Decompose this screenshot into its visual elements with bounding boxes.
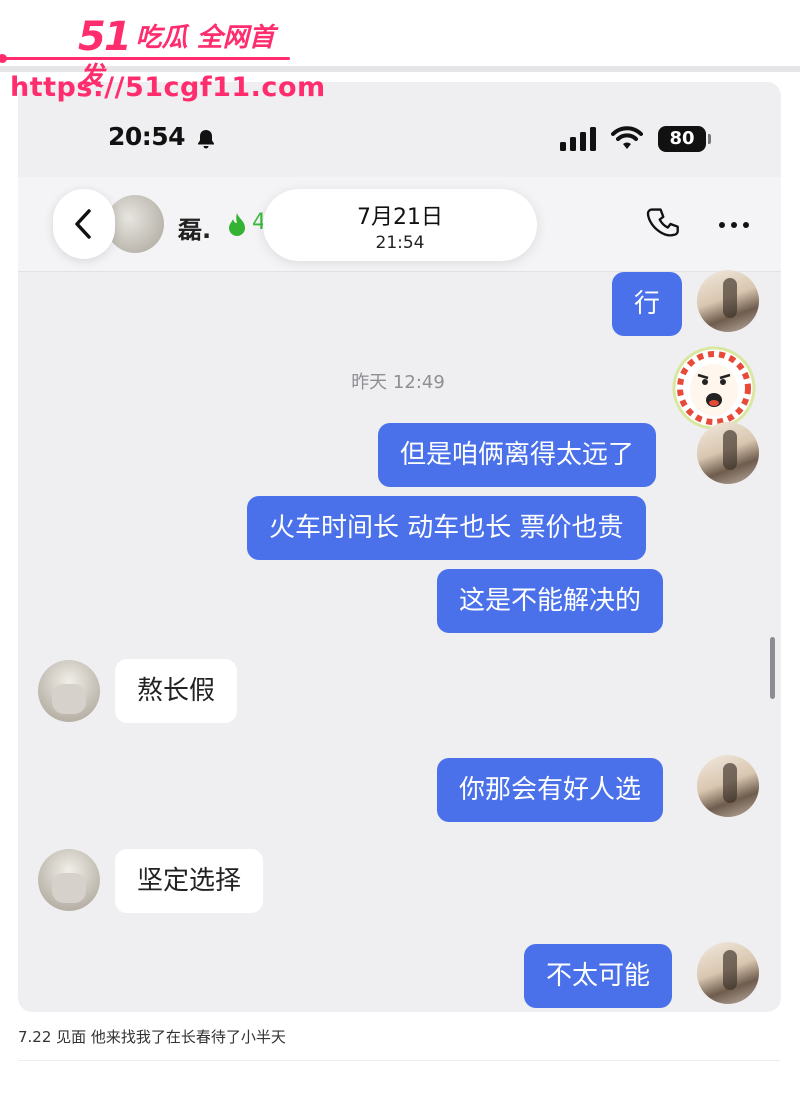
watermark-logo-number: 51: [78, 14, 132, 60]
status-time: 20:54: [108, 122, 186, 151]
flame-icon: [229, 213, 245, 236]
date-popup: 7月21日 21:54: [263, 189, 537, 261]
contact-name[interactable]: 磊.: [178, 210, 211, 245]
back-chevron-icon: [75, 209, 91, 239]
message-bubble-out[interactable]: 行: [612, 272, 683, 336]
back-button[interactable]: [53, 189, 115, 259]
chat-header: 磊. 4 7月21日 21:54: [18, 177, 781, 272]
my-avatar[interactable]: [697, 755, 759, 817]
phone-icon[interactable]: [646, 207, 682, 243]
watermark: 51 吃瓜 全网首发 https://51cgf11.com: [0, 0, 325, 112]
signal-icon: [560, 127, 596, 151]
message-bubble-out[interactable]: 火车时间长 动车也长 票价也贵: [247, 496, 646, 560]
wifi-icon: [611, 126, 643, 149]
watermark-url: https://51cgf11.com: [10, 72, 326, 103]
message-bubble-out[interactable]: 不太可能: [524, 944, 673, 1008]
my-avatar[interactable]: [697, 422, 759, 484]
message-bubble-out[interactable]: 这是不能解决的: [437, 569, 664, 633]
my-avatar[interactable]: [697, 270, 759, 332]
post-caption: 7.22 见面 他来找我了在长春待了小半天: [18, 1028, 286, 1046]
scrollbar[interactable]: [770, 637, 775, 699]
my-avatar[interactable]: [697, 942, 759, 1004]
date-popup-date: 7月21日: [357, 205, 443, 230]
message-bubble-out[interactable]: 但是咱俩离得太远了: [378, 423, 657, 487]
contact-message-avatar[interactable]: [38, 660, 100, 722]
battery-icon: 80: [658, 126, 711, 152]
divider: [18, 1060, 780, 1061]
contact-message-avatar[interactable]: [38, 849, 100, 911]
date-popup-time: 21:54: [375, 233, 425, 253]
watermark-underline: [0, 54, 290, 63]
message-bubble-out[interactable]: 你那会有好人选: [437, 758, 664, 822]
message-bubble-in[interactable]: 熬长假: [115, 659, 238, 723]
emoji-sticker: [672, 346, 756, 430]
chat-screenshot: 20:54 80 磊. 4 7月21日 21:54 行 昨天 12:49 但是咱…: [18, 82, 781, 1012]
message-bubble-in[interactable]: 坚定选择: [115, 849, 264, 913]
bell-icon: [198, 130, 214, 149]
message-timestamp: 昨天 12:49: [351, 372, 445, 393]
more-icon[interactable]: [714, 207, 754, 243]
